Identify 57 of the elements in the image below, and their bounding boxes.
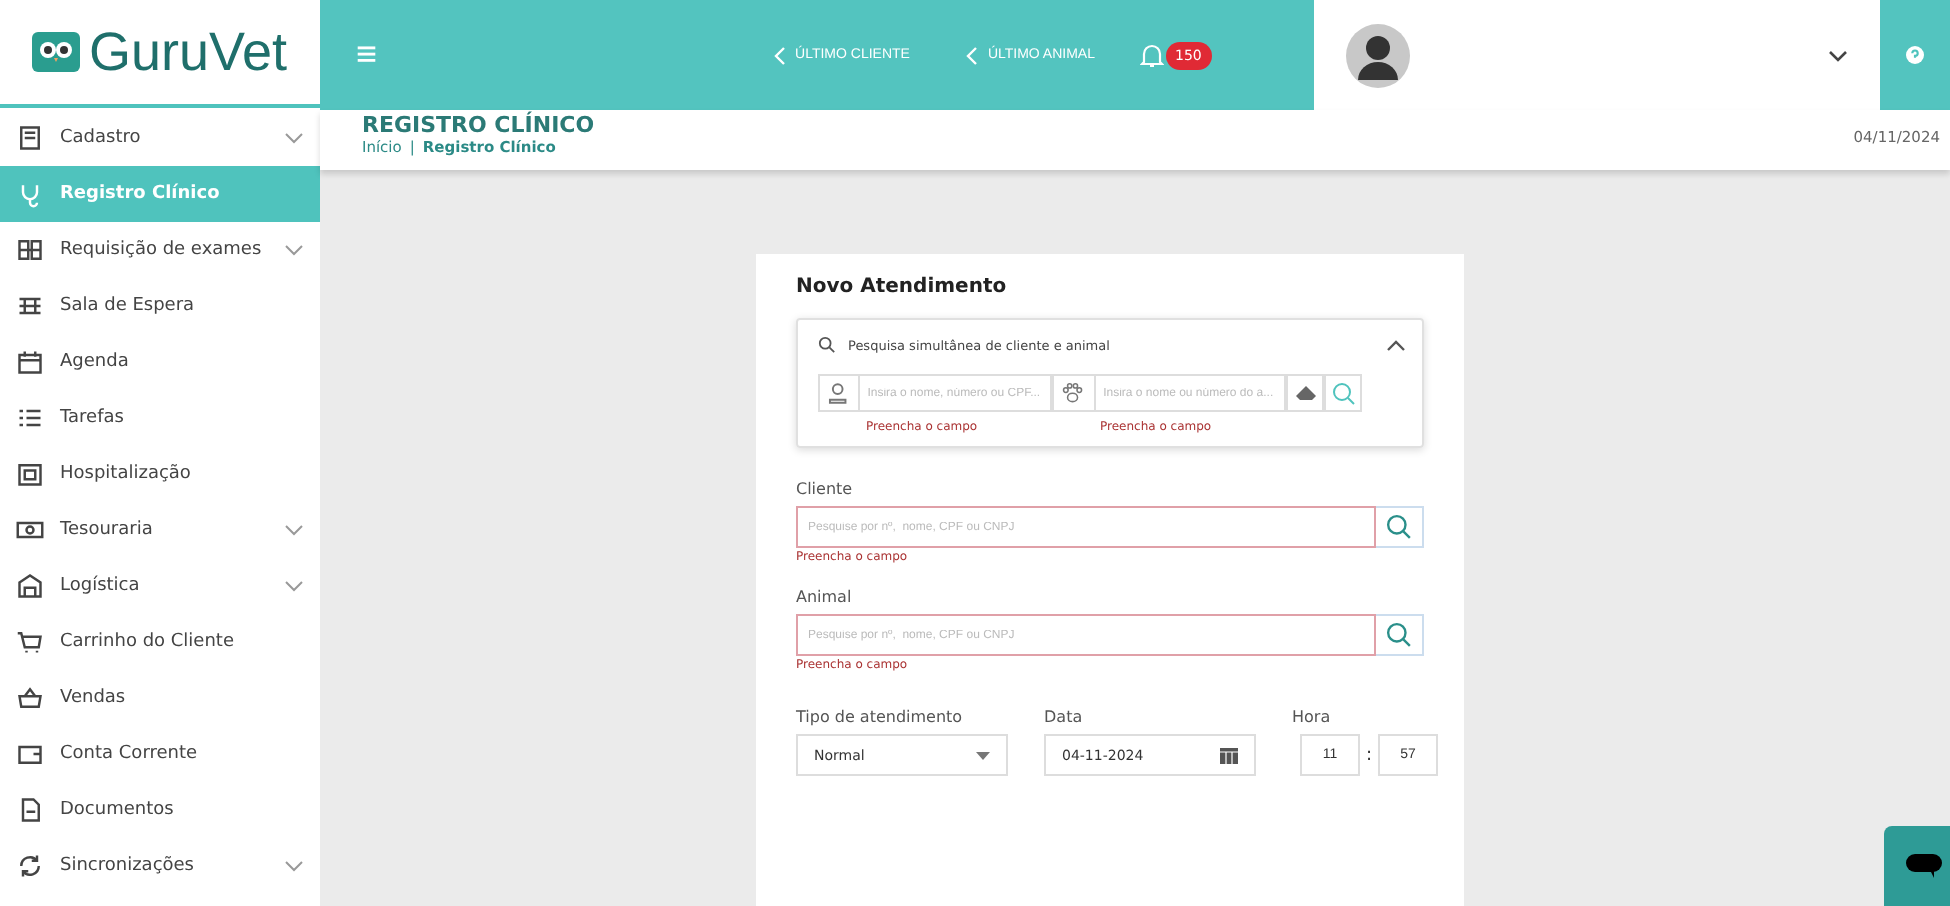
person-icon (828, 382, 848, 404)
help-icon (1906, 46, 1924, 64)
sidebar-item[interactable]: Sala de Espera (0, 278, 320, 334)
menu-item-icon (16, 348, 44, 376)
menu-item-icon (16, 740, 44, 768)
chevron-left-icon (773, 45, 786, 65)
search-icon (1331, 381, 1355, 405)
menu-item-icon (16, 516, 44, 544)
sidebar-item[interactable]: Sincronizações (0, 838, 320, 894)
sidebar-item[interactable]: Carrinho do Cliente (0, 614, 320, 670)
sidebar-item[interactable]: Tarefas (0, 390, 320, 446)
caret-icon (976, 751, 990, 759)
menu-item-icon (16, 236, 44, 264)
menu-item-icon (16, 180, 44, 208)
menu-item-icon (16, 124, 44, 152)
page-title: REGISTRO CLÍNICO (362, 112, 595, 138)
search-button[interactable] (1376, 506, 1424, 548)
field-label: Data (1044, 708, 1085, 726)
menu-item-icon (16, 628, 44, 656)
time-separator: : (1366, 745, 1373, 765)
search-button[interactable] (1376, 614, 1424, 656)
form-title: Novo Atendimento (796, 276, 1009, 298)
calendar-icon (1220, 746, 1238, 764)
field-label: Animal (796, 588, 854, 606)
menu-item-icon (16, 292, 44, 320)
field-label: Hora (1292, 708, 1333, 726)
chat-button[interactable] (1884, 826, 1950, 906)
avatar-icon[interactable] (1346, 23, 1410, 87)
eraser-button[interactable] (1286, 374, 1324, 412)
menu-item-icon (16, 796, 44, 824)
menu-item-icon (16, 572, 44, 600)
sidebar-item[interactable]: Requisição de exames (0, 222, 320, 278)
search-icon (1386, 622, 1412, 648)
field-label: Cliente (796, 480, 855, 498)
sidebar-item[interactable]: Logística (0, 558, 320, 614)
chevron-up-icon[interactable] (1386, 339, 1406, 351)
chevron-left-icon (965, 45, 978, 65)
sidebar-item[interactable]: Vendas (0, 670, 320, 726)
menu-item-icon (16, 684, 44, 712)
sidebar-item[interactable]: Hospitalização (0, 446, 320, 502)
sidebar-item[interactable]: Conta Corrente (0, 726, 320, 782)
sidebar-item[interactable]: Agenda (0, 334, 320, 390)
menu-item-icon (16, 852, 44, 880)
menu-item-icon (16, 460, 44, 488)
menu-item-icon (16, 404, 44, 432)
chat-icon (1905, 853, 1941, 879)
logo-text: GuruVet (88, 21, 288, 83)
search-icon (818, 336, 836, 354)
search-icon (1386, 514, 1412, 540)
eraser-icon (1293, 384, 1317, 402)
owl-logo-icon (32, 32, 81, 72)
chevron-down-icon[interactable] (1828, 49, 1848, 61)
field-label: Tipo de atendimento (796, 708, 965, 726)
sidebar-item[interactable]: Documentos (0, 782, 320, 838)
paw-icon (1062, 382, 1084, 404)
sidebar-item[interactable]: Cadastro (0, 110, 320, 166)
sidebar-item[interactable]: Tesouraria (0, 502, 320, 558)
